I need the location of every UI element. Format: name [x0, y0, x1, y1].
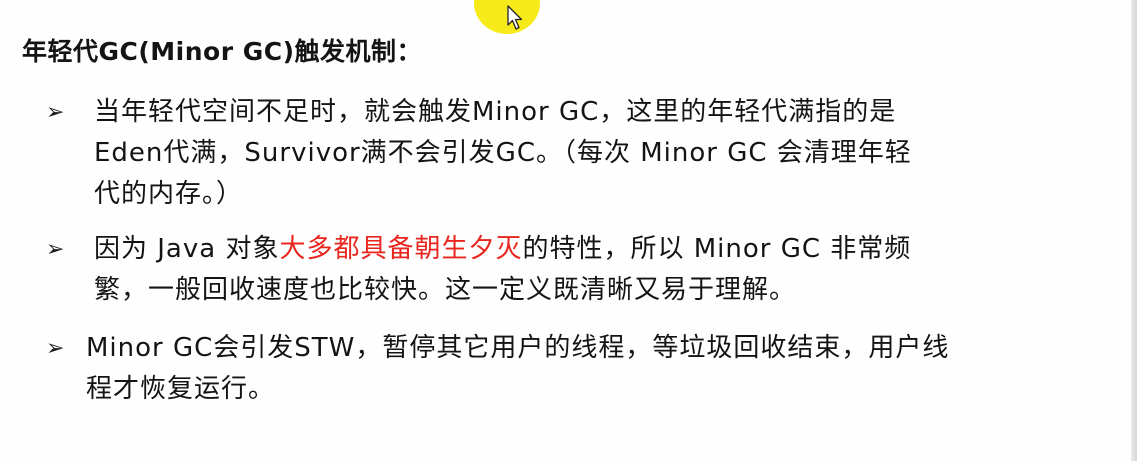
window-edge — [1131, 0, 1137, 461]
bullet-2-text-after: 的特性，所以 Minor GC 非常频 — [522, 234, 912, 264]
bullet-3-line-1: Minor GC会引发STW，暂停其它用户的线程，等垃圾回收结束，用户线 — [86, 333, 950, 363]
mouse-pointer-icon — [507, 5, 523, 30]
slide-title: 年轻代GC(Minor GC)触发机制： — [22, 37, 423, 66]
bullet-arrow-icon: ➢ — [46, 100, 65, 125]
slide: 年轻代GC(Minor GC)触发机制： ➢ 当年轻代空间不足时，就会触发Min… — [0, 0, 1137, 461]
bullet-1-line-3: 代的内存。） — [94, 179, 244, 209]
bullet-3-line-2: 程才恢复运行。 — [86, 374, 276, 404]
bullet-1-line-2: Eden代满，Survivor满不会引发GC。（每次 Minor GC 会清理年… — [94, 138, 912, 168]
bullet-1-line-1: 当年轻代空间不足时，就会触发Minor GC，这里的年轻代满指的是 — [94, 97, 897, 127]
bullet-2-highlight: 大多都具备朝生夕灭 — [279, 234, 523, 264]
bullet-2-line-2: 繁，一般回收速度也比较快。这一定义既清晰又易于理解。 — [94, 275, 797, 305]
bullet-2-text-before: 因为 Java 对象 — [94, 234, 280, 264]
bullet-arrow-icon: ➢ — [46, 336, 65, 361]
bullet-arrow-icon: ➢ — [46, 237, 65, 262]
bullet-2-line-1: 因为 Java 对象大多都具备朝生夕灭的特性，所以 Minor GC 非常频 — [94, 229, 1094, 270]
